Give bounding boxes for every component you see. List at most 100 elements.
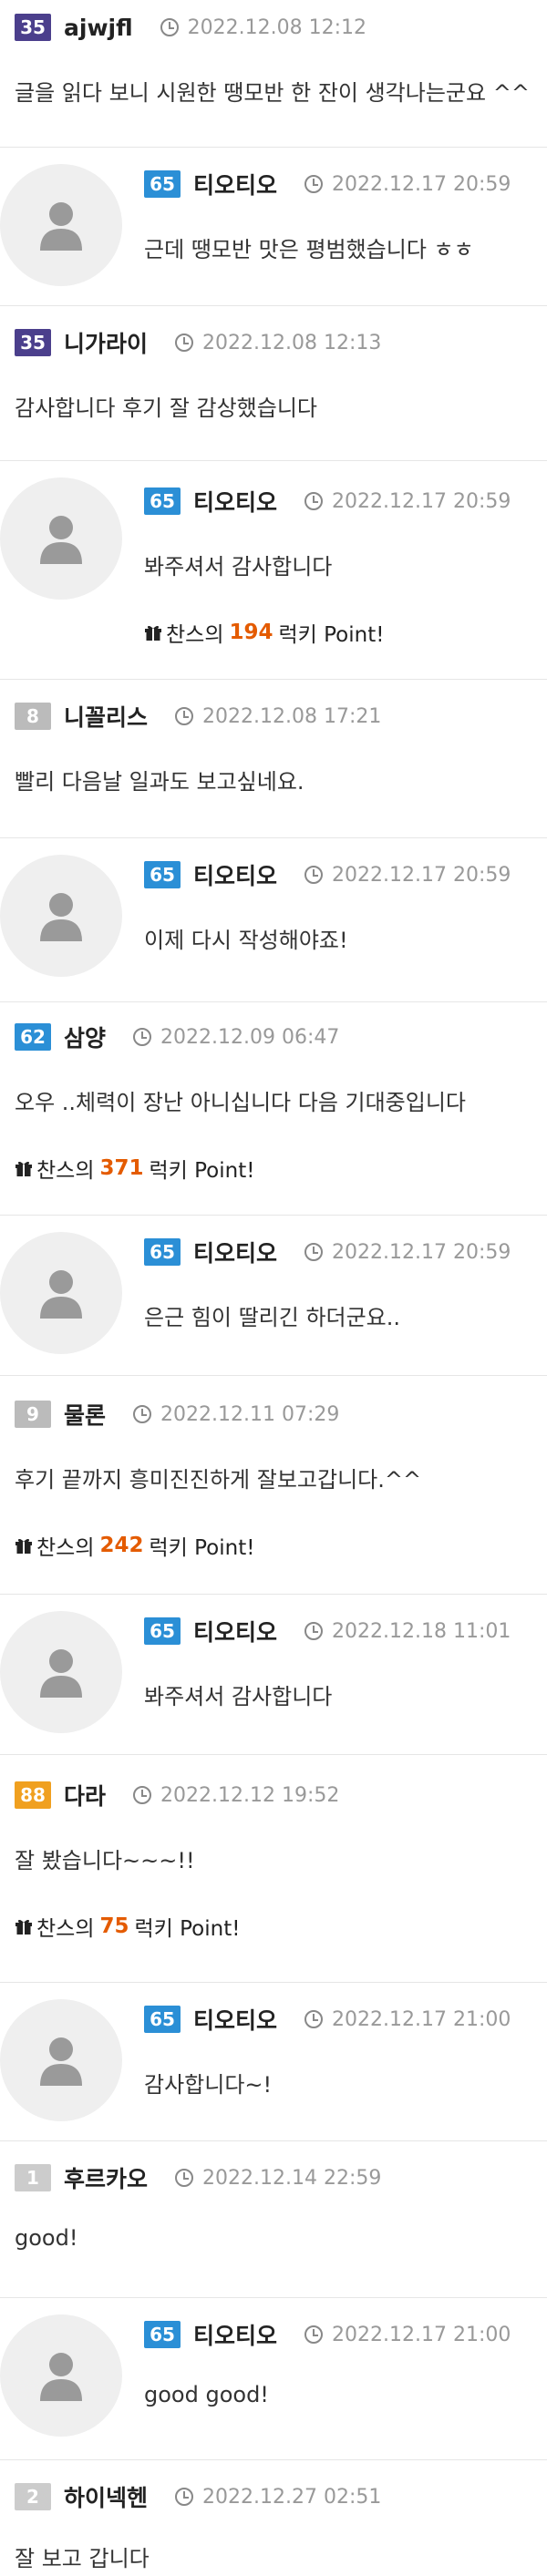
timestamp-text: 2022.12.08 17:21 [202, 704, 382, 728]
comment-text: 후기 끝까지 흥미진진하게 잘보고갑니다.^^ [15, 1467, 422, 1493]
comment-meta: 35 니가라이 2022.12.08 12:13 [15, 329, 547, 357]
clock-icon [160, 18, 179, 36]
timestamp-text: 2022.12.17 21:00 [332, 2323, 511, 2346]
timestamp-text: 2022.12.12 19:52 [160, 1783, 340, 1807]
nickname[interactable]: 티오티오 [193, 1236, 277, 1268]
level-badge: 9 [15, 1401, 51, 1428]
comment: 9 물론 2022.12.11 07:29 후기 끝까지 흥미진진하게 잘보고갑… [0, 1376, 547, 1595]
level-badge: 35 [15, 14, 51, 41]
timestamp-text: 2022.12.27 02:51 [202, 2485, 382, 2509]
comment-text: 봐주셔서 감사합니다 [144, 554, 333, 580]
reply-comment: 65 티오티오 2022.12.18 11:01 봐주셔서 감사합니다 [0, 1595, 547, 1755]
user-icon [40, 1270, 82, 1319]
timestamp-text: 2022.12.18 11:01 [332, 1619, 511, 1643]
nickname[interactable]: 티오티오 [193, 858, 277, 891]
nickname[interactable]: 티오티오 [193, 2318, 277, 2351]
comment: 88 다라 2022.12.12 19:52 잘 봤습니다~~~!! 찬스의 7… [0, 1755, 547, 1983]
gift-icon [15, 1160, 33, 1176]
user-icon [40, 1649, 82, 1698]
clock-icon [175, 2488, 194, 2506]
comment-meta: 65 티오티오 2022.12.17 20:59 [144, 487, 547, 516]
clock-icon [175, 334, 194, 352]
timestamp-text: 2022.12.11 07:29 [160, 1402, 340, 1426]
nickname[interactable]: 물론 [64, 1398, 106, 1431]
timestamp: 2022.12.08 17:21 [175, 705, 381, 728]
lucky-point: 찬스의 371 럭키 Point! [15, 1153, 547, 1184]
user-icon [40, 202, 82, 251]
clock-icon [133, 1028, 152, 1046]
nickname[interactable]: 니가라이 [64, 326, 148, 359]
comment-meta: 65 티오티오 2022.12.17 21:00 [144, 2006, 547, 2034]
comment-meta: 65 티오티오 2022.12.17 20:59 [144, 1238, 547, 1267]
nickname[interactable]: 니꼴리스 [64, 700, 148, 733]
avatar [0, 855, 122, 977]
reply-comment: 65 티오티오 2022.12.17 20:59 봐주셔서 감사합니다 찬스의 … [0, 461, 547, 680]
timestamp: 2022.12.17 20:59 [304, 173, 511, 196]
comment-list: 35 ajwjfl 2022.12.08 12:12 글을 읽다 보니 시원한 … [0, 0, 547, 2576]
nickname[interactable]: 티오티오 [193, 1615, 277, 1647]
point-suffix: 럭키 Point! [278, 623, 385, 647]
timestamp: 2022.12.12 19:52 [133, 1784, 339, 1807]
timestamp: 2022.12.11 07:29 [133, 1403, 339, 1426]
timestamp-text: 2022.12.17 20:59 [332, 489, 511, 513]
comment-text: 잘 봤습니다~~~!! [15, 1848, 195, 1873]
nickname[interactable]: 다라 [64, 1779, 106, 1811]
nickname[interactable]: 후르카오 [64, 2161, 148, 2194]
comment-text: 빨리 다음날 일과도 보고싶네요. [15, 769, 304, 795]
timestamp: 2022.12.18 11:01 [304, 1620, 511, 1643]
level-badge: 65 [144, 1617, 181, 1645]
nickname[interactable]: 하이넥헨 [64, 2480, 148, 2513]
comment: 62 삼양 2022.12.09 06:47 오우 ..체력이 장난 아니십니다… [0, 1002, 547, 1216]
comment: 1 후르카오 2022.12.14 22:59 good! [0, 2141, 547, 2298]
timestamp-text: 2022.12.17 21:00 [332, 2007, 511, 2031]
avatar [0, 2314, 122, 2437]
level-badge: 2 [15, 2483, 51, 2510]
point-prefix: 찬스의 [36, 1917, 95, 1941]
comment: 35 니가라이 2022.12.08 12:13 감사합니다 후기 잘 감상했습… [0, 306, 547, 461]
timestamp-text: 2022.12.14 22:59 [202, 2166, 382, 2190]
nickname[interactable]: 티오티오 [193, 2003, 277, 2036]
comment-meta: 65 티오티오 2022.12.17 20:59 [144, 861, 547, 889]
timestamp: 2022.12.17 20:59 [304, 1241, 511, 1264]
comment-meta: 62 삼양 2022.12.09 06:47 [15, 1023, 547, 1052]
comment: 8 니꼴리스 2022.12.08 17:21 빨리 다음날 일과도 보고싶네요… [0, 680, 547, 838]
point-suffix: 럭키 Point! [149, 1536, 255, 1560]
gift-icon [15, 1537, 33, 1554]
comment-meta: 9 물론 2022.12.11 07:29 [15, 1401, 547, 1429]
clock-icon [304, 2325, 324, 2344]
timestamp: 2022.12.14 22:59 [175, 2167, 381, 2190]
timestamp-text: 2022.12.17 20:59 [332, 863, 511, 887]
nickname[interactable]: 티오티오 [193, 168, 277, 200]
comment-text: good good! [144, 2382, 269, 2407]
avatar [0, 164, 122, 286]
avatar [0, 1611, 122, 1733]
comment: 35 ajwjfl 2022.12.08 12:12 글을 읽다 보니 시원한 … [0, 0, 547, 148]
nickname[interactable]: 티오티오 [193, 485, 277, 518]
timestamp: 2022.12.17 20:59 [304, 864, 511, 887]
clock-icon [175, 2169, 194, 2187]
clock-icon [304, 1243, 324, 1261]
nickname[interactable]: 삼양 [64, 1021, 106, 1053]
user-icon [40, 2037, 82, 2086]
lucky-point: 찬스의 75 럭키 Point! [15, 1911, 547, 1942]
gift-icon [15, 1918, 33, 1935]
point-prefix: 찬스의 [36, 1159, 95, 1183]
comment-text: 감사합니다~! [144, 2072, 273, 2098]
gift-icon [144, 624, 162, 641]
clock-icon [304, 1622, 324, 1640]
clock-icon [304, 2010, 324, 2028]
point-value: 75 [99, 1914, 129, 1938]
reply-comment: 65 티오티오 2022.12.17 20:59 은근 힘이 딸리긴 하더군요.… [0, 1216, 547, 1376]
comment-text: 근데 땡모반 맛은 평범했습니다 ㅎㅎ [144, 237, 474, 262]
comment-text: 오우 ..체력이 장난 아니십니다 다음 기대중입니다 [15, 1090, 467, 1115]
timestamp: 2022.12.17 20:59 [304, 490, 511, 513]
point-prefix: 찬스의 [166, 623, 224, 647]
lucky-point: 찬스의 194 럭키 Point! [144, 617, 547, 648]
level-badge: 65 [144, 1238, 181, 1266]
point-value: 371 [99, 1156, 144, 1180]
comment-text: 잘 보고 갑니다 [15, 2546, 150, 2571]
comment-text: 감사합니다 후기 잘 감상했습니다 [15, 395, 318, 421]
nickname[interactable]: ajwjfl [64, 15, 133, 41]
timestamp: 2022.12.17 21:00 [304, 2324, 511, 2346]
comment-meta: 65 티오티오 2022.12.18 11:01 [144, 1617, 547, 1646]
